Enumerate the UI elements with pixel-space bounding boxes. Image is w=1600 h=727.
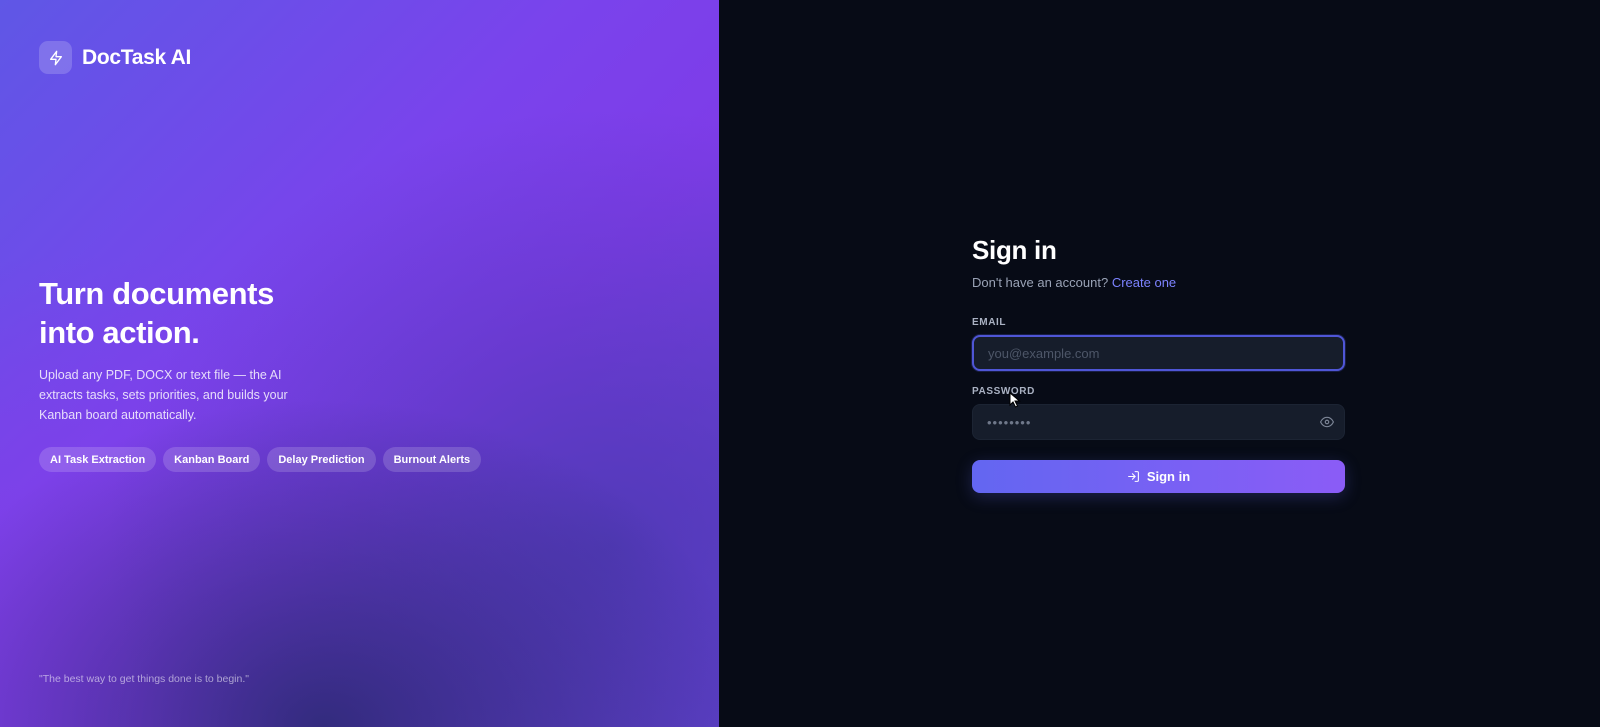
hero-quote: "The best way to get things done is to b… (39, 673, 249, 685)
signin-title: Sign in (972, 235, 1057, 265)
signin-form: Sign in Don't have an account? Create on… (972, 235, 1345, 493)
eye-icon[interactable] (1320, 415, 1334, 429)
password-field (972, 404, 1345, 440)
password-input[interactable] (972, 404, 1345, 440)
feature-chip-delay-prediction: Delay Prediction (267, 447, 376, 472)
brand-logo: DocTask AI (39, 41, 191, 74)
feature-chips: AI Task Extraction Kanban Board Delay Pr… (39, 447, 482, 472)
feature-chip-burnout-alerts: Burnout Alerts (382, 447, 482, 472)
password-label: PASSWORD (972, 386, 1035, 397)
signin-button-label: Sign in (1146, 469, 1191, 484)
hero-headline-line-2: into action. (39, 315, 200, 350)
signup-prompt-text: Don't have an account? (972, 275, 1109, 290)
sign-in-icon (1127, 471, 1139, 482)
mouse-cursor-icon (1009, 392, 1021, 408)
feature-chip-ai-task-extraction: AI Task Extraction (39, 447, 157, 472)
feature-chip-kanban-board: Kanban Board (163, 447, 261, 472)
hero-headline: Turn documents into action. (39, 274, 359, 352)
signin-button[interactable]: Sign in (972, 460, 1345, 493)
hero-description: Upload any PDF, DOCX or text file — the … (39, 368, 288, 422)
brand-name: DocTask AI (82, 45, 192, 69)
email-input[interactable] (972, 335, 1345, 371)
lightning-bolt-icon (39, 41, 72, 74)
create-account-link[interactable]: Create one (1112, 275, 1176, 290)
hero-headline-line-1: Turn documents (39, 276, 274, 311)
hero-panel: DocTask AI Turn documents into action. U… (0, 0, 719, 727)
email-label: EMAIL (972, 317, 1007, 328)
signup-prompt: Don't have an account? Create one (972, 275, 1345, 290)
signin-panel: Sign in Don't have an account? Create on… (719, 0, 1600, 727)
